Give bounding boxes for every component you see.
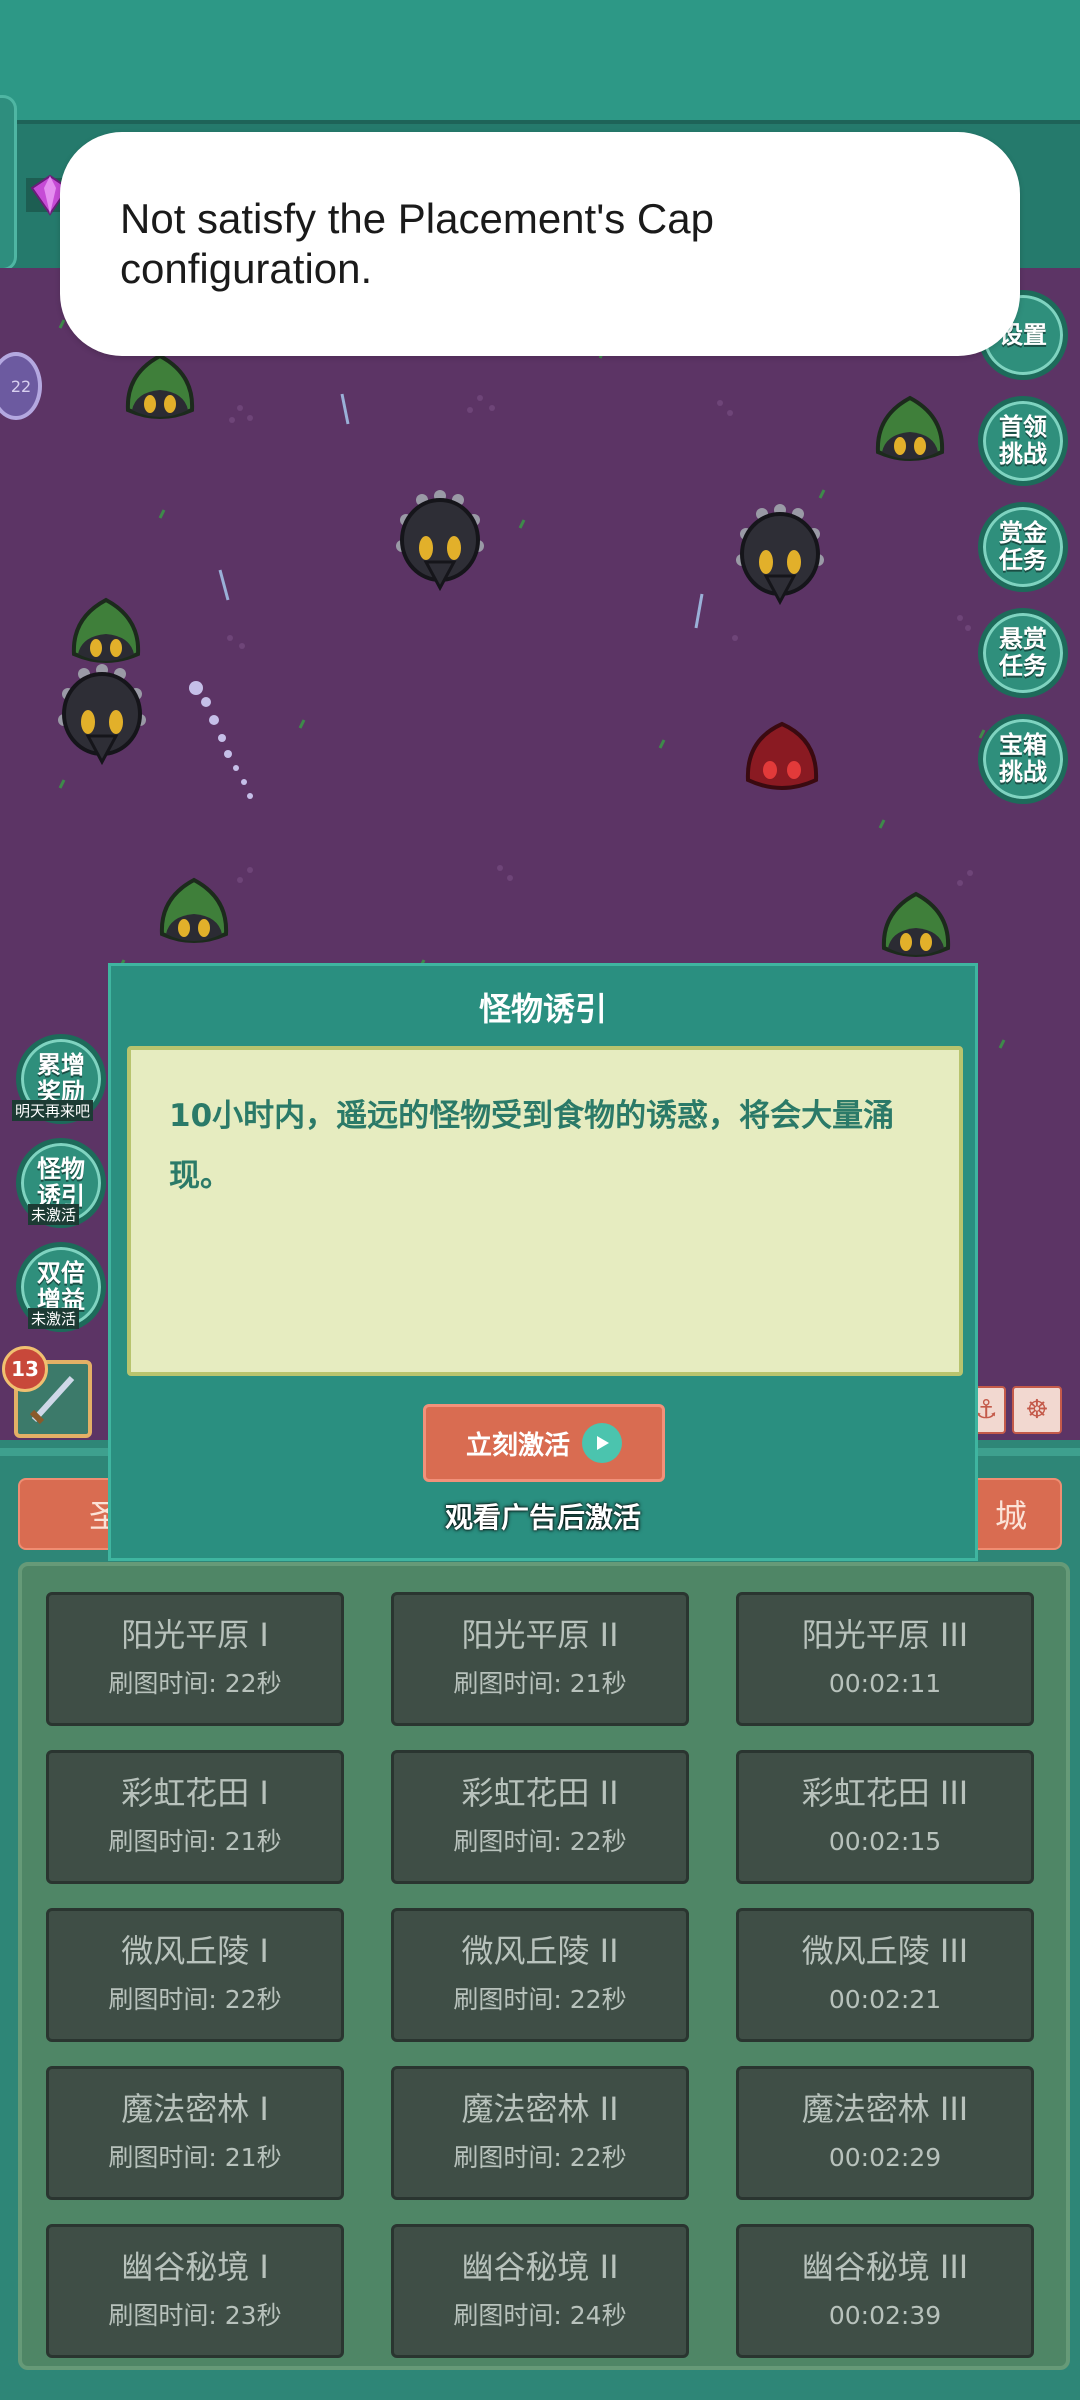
dialog-title: 怪物诱引 [478,990,607,1028]
cumulative-reward-status: 明天再来吧 [12,1100,94,1121]
map-cell[interactable]: 阳光平原 III 00:02:11 [736,1592,1034,1726]
map-time: 00:02:39 [828,2301,942,2330]
map-name: 幽谷秘境 II [461,2248,619,2286]
slime-monster [71,597,141,663]
monster-lure-dialog: 怪物诱引 10小时内，遥远的怪物受到食物的诱惑，将会大量涌现。 立刻激活 观看广… [108,963,978,1561]
slime-monster [125,353,195,419]
map-name: 微风丘陵 II [461,1932,619,1970]
map-cell[interactable]: 魔法密林 I 刷图时间: 21秒 [46,2066,344,2200]
map-name: 魔法密林 I [121,2090,269,2128]
map-time: 00:02:21 [828,1985,942,2014]
map-name: 彩虹花田 III [801,1774,969,1812]
map-name: 阳光平原 III [801,1616,969,1654]
monster-lure-status: 未激活 [28,1204,80,1225]
slime-monster [159,877,229,943]
beetle-monster [396,490,484,592]
map-name: 魔法密林 III [801,2090,969,2128]
map-cell[interactable]: 彩虹花田 II 刷图时间: 22秒 [391,1750,689,1884]
map-cell[interactable]: 幽谷秘境 II 刷图时间: 24秒 [391,2224,689,2358]
red-slime-monster [745,721,819,790]
hud-left-tab[interactable] [0,95,17,271]
map-time: 00:02:11 [828,1669,942,1698]
beetle-monster [736,504,824,606]
map-time: 刷图时间: 21秒 [108,1827,282,1856]
map-cell[interactable]: 幽谷秘境 I 刷图时间: 23秒 [46,2224,344,2358]
map-time: 刷图时间: 21秒 [108,2143,282,2172]
map-cell[interactable]: 阳光平原 II 刷图时间: 21秒 [391,1592,689,1726]
swirl-icon[interactable]: ☸ [1012,1386,1062,1434]
activate-now-button[interactable]: 立刻激活 [423,1404,665,1482]
map-cell[interactable]: 彩虹花田 III 00:02:15 [736,1750,1034,1884]
dialog-description-box: 10小时内，遥远的怪物受到食物的诱惑，将会大量涌现。 [127,1046,963,1376]
map-time: 00:02:15 [828,1827,942,1856]
map-cell[interactable]: 微风丘陵 I 刷图时间: 22秒 [46,1908,344,2042]
chest-challenge-button[interactable]: 宝箱挑战 [978,714,1068,804]
ad-note: 观看广告后激活 [444,1501,641,1534]
map-name: 阳光平原 I [121,1616,269,1654]
toast-notification: Not satisfy the Placement's Cap configur… [60,132,1020,356]
skill-level-badge: 13 [2,1346,48,1392]
map-cell[interactable]: 幽谷秘境 III 00:02:39 [736,2224,1034,2358]
double-boost-status: 未激活 [28,1308,80,1329]
map-cell[interactable]: 微风丘陵 II 刷图时间: 22秒 [391,1908,689,2042]
map-name: 阳光平原 II [461,1616,619,1654]
map-cell[interactable]: 魔法密林 II 刷图时间: 22秒 [391,2066,689,2200]
beetle-monster [58,664,146,766]
slime-monster [881,891,951,957]
map-time: 00:02:29 [828,2143,942,2172]
dialog-description: 10小时内，遥远的怪物受到食物的诱惑，将会大量涌现。 [169,1098,895,1194]
boss-challenge-button[interactable]: 首领挑战 [978,396,1068,486]
top-bar [0,0,1080,120]
map-time: 刷图时间: 24秒 [453,2301,627,2330]
map-time: 刷图时间: 22秒 [453,1985,627,2014]
map-time: 刷图时间: 23秒 [108,2301,282,2330]
map-cell[interactable]: 魔法密林 III 00:02:29 [736,2066,1034,2200]
slime-monster [875,395,945,461]
map-name: 微风丘陵 I [121,1932,269,1970]
level-value: 22 [10,376,32,396]
map-time: 刷图时间: 21秒 [453,1669,627,1698]
map-cell[interactable]: 彩虹花田 I 刷图时间: 21秒 [46,1750,344,1884]
map-name: 彩虹花田 II [461,1774,619,1812]
reward-task-button[interactable]: 悬赏任务 [978,608,1068,698]
map-name: 魔法密林 II [461,2090,619,2128]
map-name: 彩虹花田 I [121,1774,269,1812]
bounty-task-button[interactable]: 赏金任务 [978,502,1068,592]
map-time: 刷图时间: 22秒 [453,1827,627,1856]
map-time: 刷图时间: 22秒 [108,1985,282,2014]
map-name: 微风丘陵 III [801,1932,969,1970]
map-name: 幽谷秘境 I [121,2248,269,2286]
toast-message: Not satisfy the Placement's Cap configur… [120,195,714,292]
map-name: 幽谷秘境 III [801,2248,969,2286]
map-cell[interactable]: 阳光平原 I 刷图时间: 22秒 [46,1592,344,1726]
map-time: 刷图时间: 22秒 [453,2143,627,2172]
play-icon [582,1423,622,1463]
map-cell[interactable]: 微风丘陵 III 00:02:21 [736,1908,1034,2042]
map-time: 刷图时间: 22秒 [108,1669,282,1698]
